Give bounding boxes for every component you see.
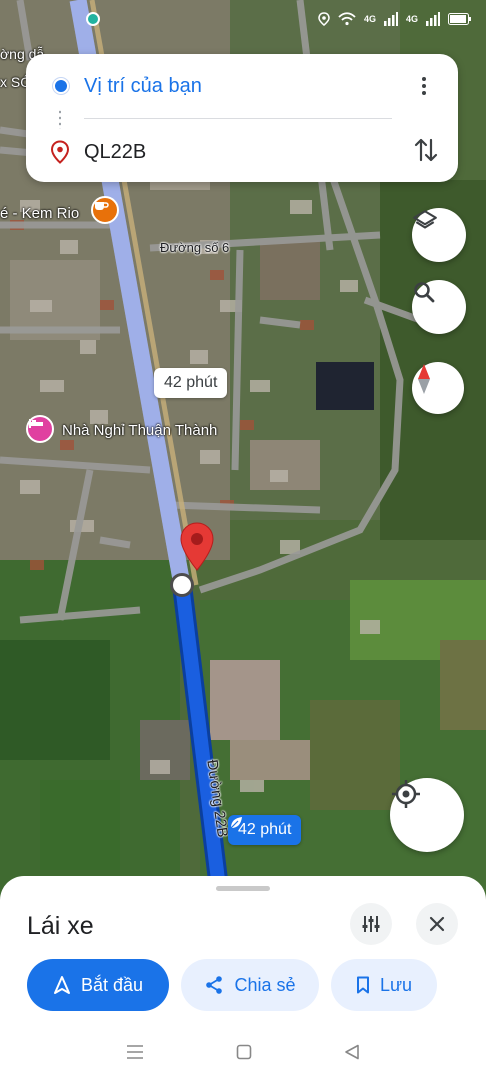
origin-field[interactable]: Vị trí của bạn: [26, 62, 458, 110]
search-along-route-button[interactable]: [412, 280, 466, 334]
layers-icon: [413, 210, 437, 229]
poi-cafe-label[interactable]: é - Kem Rio: [0, 205, 79, 222]
signal-icon-2: [426, 12, 440, 26]
sheet-drag-handle[interactable]: [216, 886, 270, 891]
navigation-arrow-icon: [53, 976, 70, 994]
compass-icon: [418, 364, 430, 394]
eta-callout-alt[interactable]: 42 phút: [154, 368, 228, 398]
compass-button[interactable]: [412, 362, 464, 414]
network-label-2: 4G: [405, 14, 418, 24]
back-icon[interactable]: [344, 1044, 360, 1060]
destination-text: QL22B: [84, 140, 147, 163]
destination-field[interactable]: QL22B: [26, 128, 458, 176]
travel-mode-title: Lái xe: [27, 912, 94, 940]
swap-icon: [414, 138, 438, 162]
tune-icon: [362, 916, 380, 932]
recent-apps-icon[interactable]: [126, 1044, 144, 1060]
cafe-icon[interactable]: [91, 196, 119, 224]
system-nav-bar: [0, 1024, 486, 1080]
directions-card: Vị trí của bạn QL22B: [26, 54, 458, 182]
my-location-icon: [392, 780, 420, 808]
origin-text: Vị trí của bạn: [84, 74, 202, 97]
share-button[interactable]: Chia sẻ: [181, 959, 319, 1011]
your-location-icon: [53, 78, 69, 94]
my-location-button[interactable]: [390, 778, 464, 852]
battery-icon: [448, 13, 471, 25]
eta-callout-main[interactable]: 42 phút: [228, 815, 302, 845]
poi-hotel-label[interactable]: Nhà Nghỉ Thuận Thành: [62, 422, 217, 439]
start-label: Bắt đầu: [80, 974, 144, 995]
divider: [84, 118, 392, 119]
signal-icon: [383, 12, 398, 26]
eta-main-text: 42 phút: [238, 821, 292, 838]
network-label: 4G: [363, 14, 376, 24]
save-button[interactable]: Lưu: [331, 959, 437, 1011]
save-label: Lưu: [379, 974, 413, 995]
search-icon: [414, 282, 435, 303]
location-icon: [318, 12, 330, 26]
route-dots-icon: [59, 109, 61, 129]
route-start-marker: [170, 573, 194, 597]
wifi-icon: [338, 12, 356, 26]
close-button[interactable]: [416, 903, 458, 945]
swap-endpoints-button[interactable]: [414, 136, 438, 169]
route-options-button[interactable]: [350, 903, 392, 945]
street-label: Đường số 6: [160, 240, 230, 255]
bookmark-icon: [356, 976, 369, 994]
close-icon: [429, 916, 445, 932]
share-icon: [206, 976, 223, 994]
layers-button[interactable]: [412, 208, 466, 262]
hotel-icon[interactable]: [26, 415, 54, 443]
share-label: Chia sẻ: [234, 974, 296, 995]
home-icon[interactable]: [236, 1044, 252, 1060]
more-options-button[interactable]: [412, 72, 436, 100]
destination-pin-icon[interactable]: [180, 522, 214, 572]
eta-alt-text: 42 phút: [164, 374, 218, 391]
destination-pin-outline-icon: [50, 140, 70, 164]
eco-leaf-icon: [230, 817, 242, 829]
app-notification-icon: [86, 12, 100, 26]
status-bar: 4G 4G: [0, 0, 486, 40]
start-button[interactable]: Bắt đầu: [27, 959, 169, 1011]
